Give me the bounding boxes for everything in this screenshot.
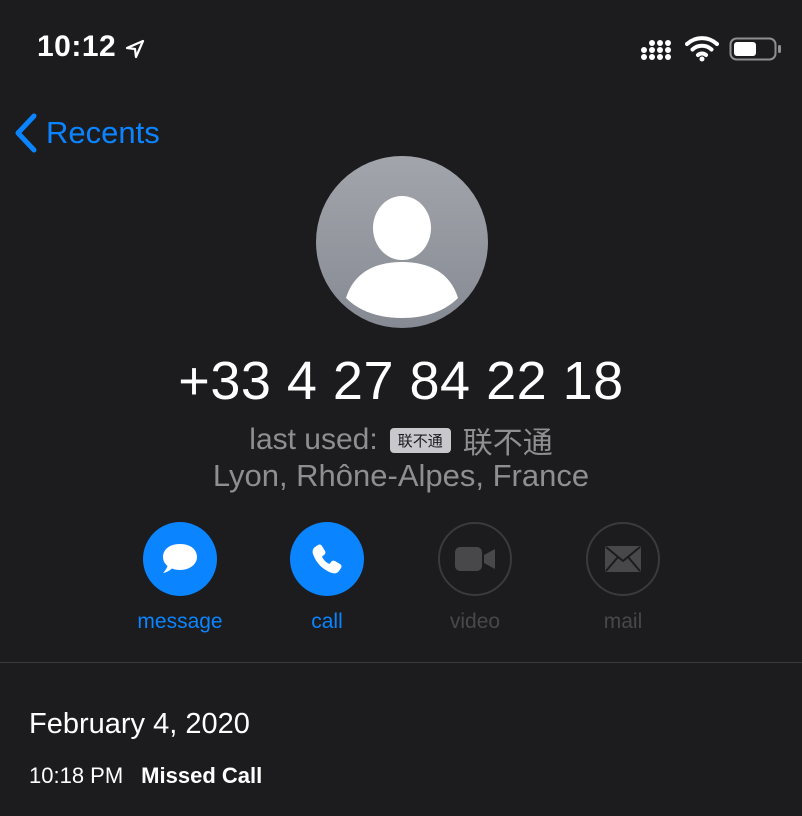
person-silhouette-icon xyxy=(346,196,458,318)
envelope-icon xyxy=(605,546,641,572)
status-bar: 10:12 xyxy=(0,0,802,100)
history-date: February 4, 2020 xyxy=(29,708,250,740)
call-button[interactable]: call xyxy=(253,522,401,634)
video-camera-icon xyxy=(455,547,495,571)
battery-icon xyxy=(729,37,781,61)
avatar xyxy=(316,156,488,328)
back-button-label: Recents xyxy=(46,115,160,150)
mail-button[interactable]: mail xyxy=(549,522,697,634)
status-time: 10:12 xyxy=(37,30,117,63)
divider xyxy=(0,662,802,663)
message-bubble-icon xyxy=(163,544,197,573)
last-used-label: last used: xyxy=(249,423,378,456)
location-arrow-icon xyxy=(125,39,145,59)
video-button[interactable]: video xyxy=(401,522,549,634)
phone-number: +33 4 27 84 22 18 xyxy=(178,351,624,411)
last-used-row: last used: 联不通 联不通 xyxy=(0,418,802,462)
cellular-signal-icon xyxy=(641,40,671,60)
history-entry-time: 10:18 PM xyxy=(29,763,124,788)
history-entry-status: Missed Call xyxy=(141,763,263,788)
wifi-icon xyxy=(685,36,719,62)
mail-button-label: mail xyxy=(603,610,643,633)
back-button[interactable]: Recents xyxy=(10,108,160,158)
chevron-left-icon xyxy=(15,113,37,153)
video-button-label: video xyxy=(449,610,501,633)
call-button-label: call xyxy=(311,610,343,633)
phone-icon xyxy=(312,544,342,574)
sim-badge: 联不通 xyxy=(389,427,451,453)
action-buttons: message call video mail xyxy=(0,522,802,642)
sim-name: 联不通 xyxy=(462,427,553,460)
message-button-label: message xyxy=(137,610,223,633)
contact-location: Lyon, Rhône-Alpes, France xyxy=(212,458,590,493)
message-button[interactable]: message xyxy=(106,522,254,634)
history-entry: 10:18 PM Missed Call xyxy=(29,763,262,789)
